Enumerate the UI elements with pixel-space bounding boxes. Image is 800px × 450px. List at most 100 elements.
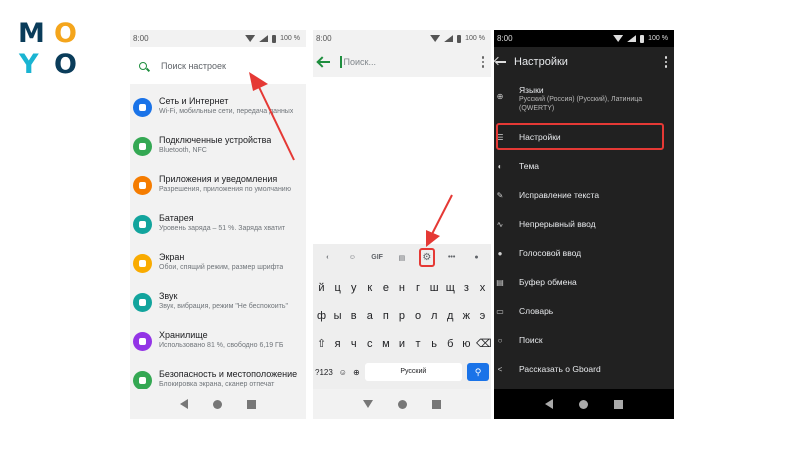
settings-item-sub: Звук, вибрация, режим "Не беспокоить" (159, 303, 288, 310)
keyboard-key[interactable]: ы (331, 306, 344, 327)
keyboard-key[interactable]: з (460, 278, 473, 299)
keyboard-key[interactable]: щ (444, 278, 457, 299)
settings-list: Сеть и Интернет Wi-Fi, мобильные сети, пе… (130, 92, 306, 404)
keyboard-key[interactable]: ф (315, 306, 328, 327)
nav-home-icon[interactable] (212, 399, 222, 409)
keyboard-key[interactable]: ч (347, 334, 360, 355)
cell-signal-icon (444, 35, 454, 42)
back-arrow-icon[interactable] (319, 61, 330, 63)
settings-search-bar[interactable]: Поиск настроек (130, 47, 306, 84)
keyboard-key[interactable]: б (444, 334, 457, 355)
keyboard-row: фывапролджэ (313, 306, 491, 327)
settings-item-title: Звук (159, 291, 178, 301)
keyboard-key[interactable]: с (363, 334, 376, 355)
gboard-item[interactable]: < Рассказать о Gboard (494, 362, 674, 376)
sticker-icon[interactable]: ☺ (344, 254, 360, 261)
search-input[interactable]: Поиск... (344, 57, 482, 67)
keyboard-key[interactable]: х (476, 278, 489, 299)
status-bar: 8:00 100 % (494, 30, 674, 47)
nav-home-icon[interactable] (397, 399, 407, 409)
gboard-settings-app-bar: Настройки (494, 47, 674, 77)
gboard-item-label: Словарь (519, 306, 554, 316)
cell-signal-icon (259, 35, 269, 42)
settings-item[interactable]: Подключенные устройства Bluetooth, NFC (130, 131, 306, 170)
keyboard-key[interactable]: а (363, 306, 376, 327)
keyboard-key[interactable]: о (412, 306, 425, 327)
keyboard-key[interactable]: я (331, 334, 344, 355)
battery-icon (272, 34, 277, 43)
keyboard-key[interactable]: м (379, 334, 392, 355)
settings-item[interactable]: Сеть и Интернет Wi-Fi, мобильные сети, пе… (130, 92, 306, 131)
wifi-signal-icon (245, 35, 256, 42)
keyboard-key[interactable]: т (412, 334, 425, 355)
keyboard-key[interactable]: в (347, 306, 360, 327)
search-key-icon[interactable]: ⚲ (467, 363, 489, 381)
status-time: 8:00 (316, 34, 332, 43)
keyboard-bottom-row: ?123 ☺ ⊕ Русский ⚲ (313, 363, 491, 381)
keyboard-key[interactable]: ь (428, 334, 441, 355)
nav-back-icon[interactable] (545, 399, 553, 409)
settings-item[interactable]: Батарея Уровень заряда – 51 %. Заряда хва… (130, 209, 306, 248)
back-arrow-icon[interactable] (496, 61, 506, 63)
gboard-item[interactable]: ✎ Исправление текста (494, 188, 674, 202)
clipboard-icon[interactable]: ▤ (394, 254, 410, 262)
settings-item[interactable]: Приложения и уведомления Разрешения, прил… (130, 170, 306, 209)
keyboard-key[interactable]: г (412, 278, 425, 299)
keyboard-key[interactable]: д (444, 306, 457, 327)
chevron-left-icon[interactable]: ‹ (319, 254, 335, 261)
settings-item[interactable]: Звук Звук, вибрация, режим "Не беспокоить… (130, 287, 306, 326)
keyboard-key[interactable]: е (379, 278, 392, 299)
keyboard-key[interactable]: ц (331, 278, 344, 299)
keyboard-row: йцукенгшщзх (313, 278, 491, 299)
globe-icon[interactable]: ⊕ (353, 368, 360, 377)
settings-item-sub: Обои, спящий режим, размер шрифта (159, 264, 284, 271)
space-key[interactable]: Русский (364, 363, 462, 381)
keyboard-key[interactable]: э (476, 306, 489, 327)
settings-item[interactable]: Экран Обои, спящий режим, размер шрифта (130, 248, 306, 287)
battery-icon (133, 215, 152, 234)
keyboard-key[interactable]: л (428, 306, 441, 327)
keyboard-key[interactable]: ш (428, 278, 441, 299)
gboard-item[interactable]: ▤ Буфер обмена (494, 275, 674, 289)
settings-item[interactable]: Хранилище Использовано 81 %, свободно 6,1… (130, 326, 306, 365)
nav-back-icon[interactable] (180, 399, 189, 409)
keyboard-key[interactable]: н (395, 278, 408, 299)
more-options-button[interactable]: ••• (444, 254, 460, 261)
settings-item-sub: Уровень заряда – 51 %. Заряда хватит (159, 225, 286, 232)
nav-recents-icon[interactable] (614, 399, 623, 409)
keyboard-key[interactable]: р (395, 306, 408, 327)
gboard-item[interactable]: ● Голосовой ввод (494, 246, 674, 260)
symbols-key[interactable]: ?123 (315, 368, 333, 377)
gboard-item[interactable]: ○ Поиск (494, 333, 674, 347)
nav-recents-icon[interactable] (431, 399, 441, 409)
keyboard-settings-gear-icon[interactable]: ⚙ (418, 248, 435, 267)
keyboard-key[interactable]: п (379, 306, 392, 327)
nav-hide-keyboard-icon[interactable] (363, 400, 374, 408)
shift-key-icon[interactable]: ⇧ (315, 334, 328, 355)
text-correction-icon: ✎ (496, 190, 504, 200)
nav-recents-icon[interactable] (246, 399, 256, 409)
lock-icon (133, 371, 152, 390)
search-icon: ○ (497, 335, 503, 345)
settings-item-title: Экран (159, 252, 185, 262)
keyboard-key[interactable]: й (315, 278, 328, 299)
keyboard-key[interactable]: ж (460, 306, 473, 327)
gboard-item[interactable]: ∿ Непрерывный ввод (494, 217, 674, 231)
nav-home-icon[interactable] (579, 399, 588, 409)
keyboard-key[interactable]: у (347, 278, 360, 299)
gboard-item[interactable]: ▭ Словарь (494, 304, 674, 318)
keyboard-key[interactable]: к (363, 278, 376, 299)
settings-item-title: Хранилище (159, 330, 208, 340)
emoji-icon[interactable]: ☺ (339, 368, 347, 377)
keyboard-key[interactable]: ю (460, 334, 473, 355)
backspace-key-icon[interactable]: ⌫ (476, 334, 491, 355)
search-icon (139, 61, 147, 70)
gboard-item[interactable]: ◐ Тема (494, 159, 674, 173)
more-menu-icon[interactable] (664, 56, 667, 68)
more-menu-icon[interactable] (481, 56, 484, 68)
keyboard-key[interactable]: и (395, 334, 408, 355)
gboard-item-languages[interactable]: ⊕ Языки Русский (Россия) (Русский), Лати… (494, 85, 674, 113)
gif-button[interactable]: GIF (369, 254, 385, 261)
mic-icon[interactable]: ● (468, 254, 484, 261)
moyo-logo: M O Y O (18, 20, 80, 80)
